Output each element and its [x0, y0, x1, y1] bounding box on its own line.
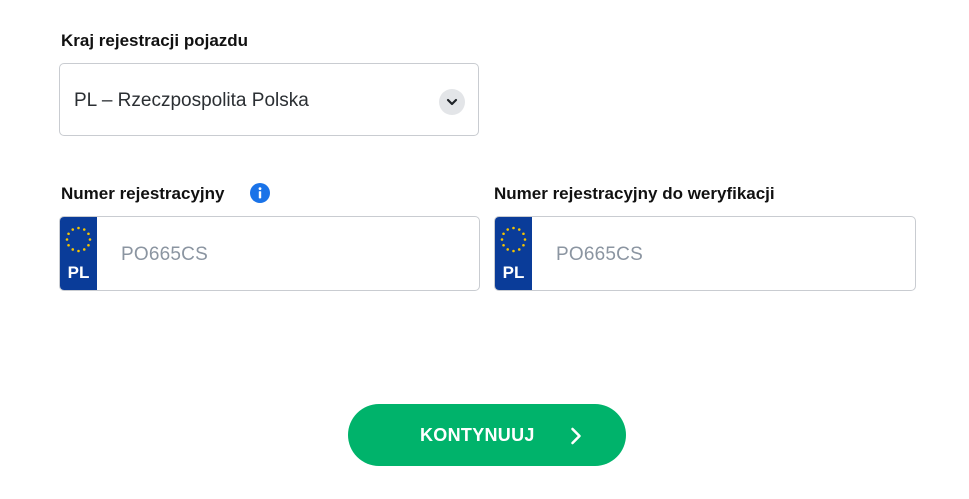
country-label: Kraj rejestracji pojazdu	[61, 31, 249, 50]
info-icon[interactable]	[250, 183, 270, 203]
eu-plate-band: PL	[60, 217, 97, 290]
country-select-value: PL – Rzeczpospolita Polska	[74, 90, 309, 111]
continue-button-label: KONTYNUUJ	[420, 425, 535, 445]
continue-button[interactable]: KONTYNUUJ	[348, 404, 626, 466]
registration-number-label: Numer rejestracyjny	[61, 184, 225, 203]
eu-stars-icon	[500, 226, 527, 253]
verification-number-input[interactable]: PL PO665CS	[494, 216, 916, 291]
registration-placeholder: PO665CS	[121, 244, 208, 265]
eu-stars-icon	[65, 226, 92, 253]
chevron-down-icon	[439, 89, 465, 115]
country-select[interactable]: PL – Rzeczpospolita Polska	[59, 63, 479, 136]
country-code: PL	[67, 263, 90, 282]
registration-number-input[interactable]: PL PO665CS	[59, 216, 480, 291]
country-code: PL	[502, 263, 525, 282]
verification-number-label: Numer rejestracyjny do weryfikacji	[494, 184, 775, 203]
eu-plate-band: PL	[495, 217, 532, 290]
verification-placeholder: PO665CS	[556, 244, 643, 265]
chevron-right-icon	[571, 427, 581, 445]
vehicle-registration-form: Kraj rejestracji pojazdu PL – Rzeczpospo…	[0, 0, 969, 499]
